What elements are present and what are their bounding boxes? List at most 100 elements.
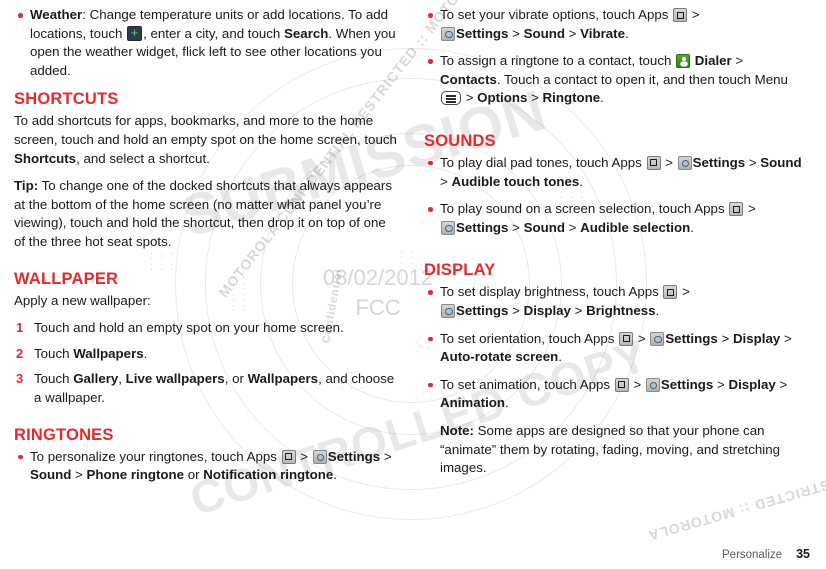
ringtones-heading: RINGTONES: [14, 425, 114, 444]
vibrate-target-label: Vibrate: [580, 25, 625, 41]
display-2-sep-1: >: [634, 330, 650, 346]
contact-sep-3: >: [527, 90, 543, 106]
ringtones-section: RINGTONES To personalize your ringtones,…: [14, 426, 398, 485]
display-bullet-list: To set display brightness, touch Apps > …: [424, 283, 802, 477]
wallpaper-section: WALLPAPER Apply a new wallpaper: Touch a…: [14, 270, 398, 408]
sounds-2-target-label: Audible selection: [580, 219, 691, 235]
note-text: Some apps are designed so that your phon…: [440, 422, 780, 476]
manual-page: SUBMISSION CONTROLLED COPY MOTOROLA CONF…: [0, 0, 826, 569]
vibrate-bullet-list: To set your vibrate options, touch Apps …: [424, 6, 802, 108]
wallpaper-heading: WALLPAPER: [14, 269, 119, 288]
ringtones-pre: To personalize your ringtones, touch App…: [30, 448, 281, 464]
wallpaper-step-list: Touch and hold an empty spot on your hom…: [14, 319, 398, 407]
shortcuts-heading: SHORTCUTS: [14, 90, 119, 109]
display-bullet-3: To set animation, touch Apps > Settings …: [424, 376, 802, 413]
wallpaper-intro: Apply a new wallpaper:: [14, 292, 151, 308]
display-2-settings-label: Settings: [665, 330, 718, 346]
contact-mid: . Touch a contact to open it, and then t…: [496, 71, 788, 87]
weather-bullet-list: Weather: Change temperature units or add…: [14, 6, 398, 80]
ringtones-notification-ringtone-label: Notification ringtone: [203, 467, 334, 483]
ringtone-label: Ringtone: [542, 90, 601, 106]
shortcuts-para-post: , and select a shortcut.: [76, 150, 210, 166]
sounds-2-sep-2: >: [508, 219, 524, 235]
step-2-bold: Wallpapers: [73, 345, 144, 361]
display-2-pre: To set orientation, touch Apps: [440, 330, 619, 346]
sounds-1-end: .: [579, 173, 583, 189]
display-2-sep-3: >: [780, 330, 792, 346]
display-1-display-label: Display: [523, 302, 571, 318]
contact-ringtone-pre: To assign a ringtone to a contact, touch: [440, 53, 676, 69]
note-label: Note:: [440, 422, 474, 438]
sounds-2-pre: To play sound on a screen selection, tou…: [440, 201, 729, 217]
ringtones-settings-label: Settings: [327, 448, 381, 464]
apps-icon: [663, 285, 678, 300]
contact-ringtone-bullet-item: To assign a ringtone to a contact, touch…: [424, 52, 802, 108]
vibrate-sound-label: Sound: [523, 25, 565, 41]
vibrate-end: .: [624, 25, 629, 41]
sounds-bullet-2: To play sound on a screen selection, tou…: [424, 200, 802, 237]
sounds-1-target-label: Audible touch tones: [451, 173, 580, 189]
settings-gear-icon: [312, 449, 327, 464]
apps-icon: [281, 449, 296, 464]
step-3-mid-2: , or: [224, 371, 248, 387]
display-3-target-label: Animation: [440, 395, 506, 411]
display-2-end: .: [558, 349, 562, 365]
menu-icon: [441, 91, 461, 106]
sounds-1-sep-3: >: [440, 173, 452, 189]
shortcuts-tip: Tip: To change one of the docked shortcu…: [14, 177, 398, 251]
ringtones-sep-2: >: [380, 448, 392, 464]
apps-icon: [729, 202, 744, 217]
shortcuts-paragraph: To add shortcuts for apps, bookmarks, an…: [14, 112, 398, 168]
step-3-mid-1: ,: [118, 371, 126, 387]
step-2-pre: Touch: [34, 345, 74, 361]
settings-gear-icon: [677, 155, 692, 170]
shortcuts-section: SHORTCUTS To add shortcuts for apps, boo…: [14, 90, 398, 251]
tip-text: To change one of the docked shortcuts th…: [14, 178, 392, 249]
weather-lead-label: Weather: [30, 7, 83, 22]
shortcuts-para-pre: To add shortcuts for apps, bookmarks, an…: [14, 113, 397, 147]
page-number: 35: [796, 547, 810, 561]
right-column: To set your vibrate options, touch Apps …: [408, 6, 802, 569]
display-3-end: .: [505, 395, 509, 411]
sounds-1-settings-label: Settings: [692, 154, 746, 170]
sounds-1-sound-label: Sound: [760, 154, 802, 170]
ringtones-bullet-item: To personalize your ringtones, touch App…: [14, 448, 398, 485]
display-2-display-label: Display: [732, 330, 781, 346]
left-column: Weather: Change temperature units or add…: [14, 6, 408, 569]
display-bullet-2: To set orientation, touch Apps > Setting…: [424, 330, 802, 367]
step-2-post: .: [143, 345, 148, 361]
display-1-pre: To set display brightness, touch Apps: [440, 284, 663, 300]
settings-gear-icon: [441, 303, 455, 318]
display-1-sep-1: >: [678, 284, 690, 300]
vibrate-settings-label: Settings: [456, 25, 509, 41]
step-3-bold-wallpapers: Wallpapers: [247, 371, 319, 387]
display-1-sep-2: >: [508, 302, 524, 318]
footer-section-label: Personalize: [722, 549, 783, 561]
sounds-2-sep-1: >: [744, 201, 756, 217]
wallpaper-step-1: Touch and hold an empty spot on your hom…: [16, 319, 344, 337]
wallpaper-step-2: Touch Wallpapers.: [14, 345, 398, 364]
apps-icon: [673, 8, 688, 22]
display-3-sep-3: >: [775, 376, 788, 392]
sounds-bullet-list: To play dial pad tones, touch Apps > Set…: [424, 154, 802, 237]
sounds-1-pre: To play dial pad tones, touch Apps: [440, 154, 646, 170]
weather-bullet-item: Weather: Change temperature units or add…: [14, 6, 398, 80]
contact-end: .: [600, 90, 604, 106]
settings-gear-icon: [441, 220, 455, 235]
vibrate-bullet-item: To set your vibrate options, touch Apps …: [424, 6, 802, 43]
ringtones-sep-1: >: [296, 448, 312, 464]
ringtones-end: .: [333, 467, 337, 483]
display-3-display-label: Display: [728, 376, 776, 392]
display-2-sep-2: >: [717, 330, 733, 346]
options-label: Options: [477, 90, 528, 106]
apps-icon: [646, 155, 661, 170]
ringtones-phone-ringtone-label: Phone ringtone: [86, 467, 185, 483]
weather-search-label: Search: [284, 25, 329, 41]
display-3-settings-label: Settings: [660, 376, 714, 392]
contact-sep-1: >: [731, 53, 744, 69]
contact-sep-2: >: [462, 90, 478, 106]
ringtones-sep-3: >: [71, 467, 87, 483]
settings-gear-icon: [441, 26, 455, 41]
display-heading: DISPLAY: [424, 261, 496, 280]
display-2-target-label: Auto-rotate screen: [440, 349, 559, 365]
